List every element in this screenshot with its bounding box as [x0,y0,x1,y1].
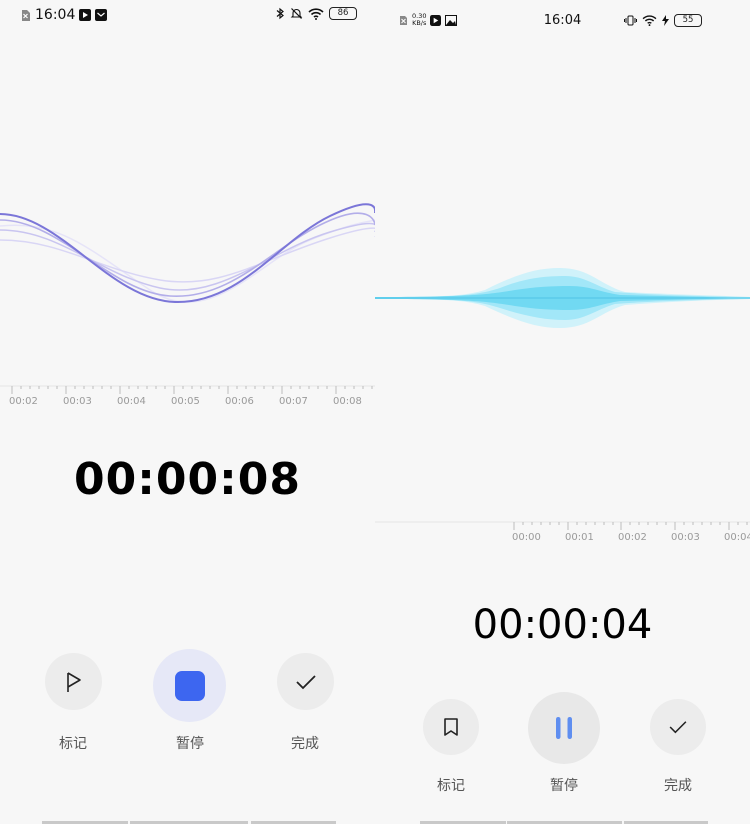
ruler-label: 00:02 [618,532,647,543]
check-icon [295,674,316,689]
ruler-label: 00:05 [171,396,200,407]
waveform [0,203,375,304]
play-store-icon [79,9,92,21]
battery-icon: 86 [329,7,357,20]
flag-icon [66,671,81,692]
mark-button[interactable] [45,653,102,710]
recorder-screen-left: 16:04 86 00:02 00:03 00:04 00:05 00:06 0… [0,0,375,824]
pause-button[interactable] [528,692,600,764]
sim-off-icon [22,9,30,21]
mark-label: 标记 [59,736,87,752]
pause-label: 暂停 [550,778,578,794]
mute-bell-icon [290,8,303,19]
ruler-label: 00:02 [9,396,38,407]
ruler-label: 00:01 [565,532,594,543]
battery-icon: 55 [674,14,702,27]
done-button[interactable] [650,699,706,755]
stop-icon [174,670,205,701]
wifi-icon [308,7,324,20]
ruler-label: 00:00 [512,532,541,543]
ruler-ticks [375,521,750,530]
wifi-icon [642,15,657,26]
status-time: 16:04 [35,7,76,23]
ruler-label: 00:04 [117,396,146,407]
ruler-label: 00:04 [724,532,750,543]
bookmark-icon [444,718,458,736]
recorder-screen-right: 0.30 KB/s 16:04 55 00:00 00:01 00:02 00:… [375,0,750,824]
mail-icon [95,9,108,21]
done-label: 完成 [664,778,692,794]
mark-label: 标记 [437,778,465,794]
waveform [375,268,750,328]
status-bar: 16:04 86 [0,0,375,32]
elapsed-timer: 00:00:04 [472,602,653,648]
elapsed-timer: 00:00:08 [74,454,301,505]
done-button[interactable] [277,653,334,710]
pause-label: 暂停 [176,736,204,752]
ruler-label: 00:08 [333,396,362,407]
bluetooth-icon [276,7,284,20]
status-bar: 0.30 KB/s 16:04 55 [375,0,750,32]
check-icon [669,721,687,734]
charging-icon [662,15,669,26]
ruler-label: 00:03 [63,396,92,407]
ruler-label: 00:07 [279,396,308,407]
pause-icon [556,717,572,739]
ruler-label: 00:06 [225,396,254,407]
done-label: 完成 [291,736,319,752]
time-ruler[interactable]: 00:00 00:01 00:02 00:03 00:04 [375,516,750,556]
mark-button[interactable] [423,699,479,755]
vibrate-icon [624,15,637,26]
ruler-label: 00:03 [671,532,700,543]
stop-button[interactable] [153,649,226,722]
ruler-ticks [0,385,375,394]
time-ruler[interactable]: 00:02 00:03 00:04 00:05 00:06 00:07 00:0… [0,380,375,420]
